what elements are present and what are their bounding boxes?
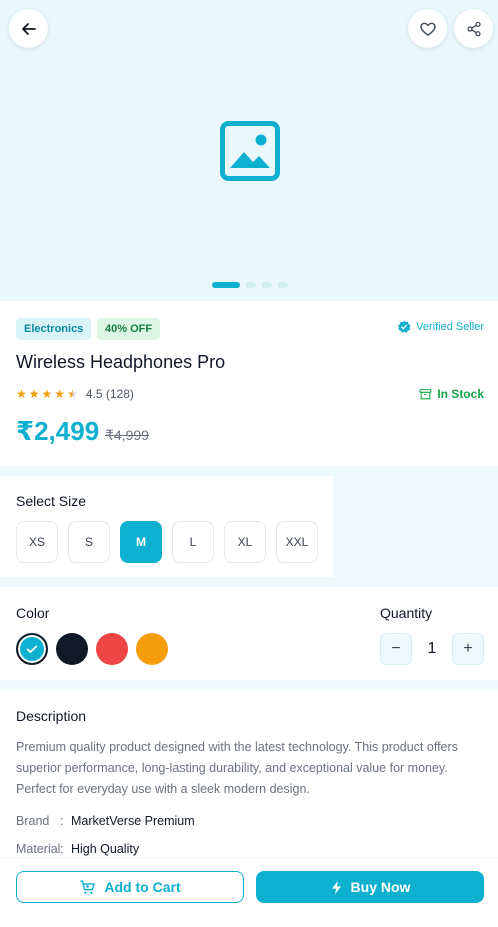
color-label: Color [16, 605, 50, 621]
size-option-xxl[interactable]: XXL [276, 521, 318, 563]
back-button[interactable] [9, 9, 48, 48]
star-half-icon: ★ [67, 387, 78, 401]
increase-quantity-button[interactable]: + [452, 633, 484, 665]
size-selector: Select Size XS S M L XL XXL [0, 476, 333, 577]
gallery-dot[interactable] [262, 282, 272, 288]
size-option-s[interactable]: S [68, 521, 110, 563]
buy-now-label: Buy Now [350, 879, 411, 895]
arrow-left-icon [21, 22, 36, 35]
color-quantity-section: Color Quantity − 1 + [0, 587, 498, 680]
verified-badge-icon [398, 320, 411, 333]
star-icon: ★ [41, 387, 53, 401]
discount-badge: 40% OFF [97, 318, 161, 340]
share-button[interactable] [454, 9, 493, 48]
rating-value: 4.5 [85, 387, 103, 401]
spec-value: High Quality [71, 842, 140, 856]
spec-key: Brand [16, 814, 50, 828]
description-title: Description [16, 708, 87, 724]
favorite-button[interactable] [408, 9, 447, 48]
color-swatch-cyan[interactable] [16, 633, 48, 665]
share-icon [466, 21, 481, 36]
gallery-dot[interactable] [278, 282, 288, 288]
description-section: Description Premium quality product desi… [0, 690, 498, 857]
quantity-stepper: − 1 + [380, 633, 484, 665]
quantity-value: 1 [427, 640, 437, 657]
cart-icon [80, 879, 95, 894]
star-icon: ★ [16, 387, 27, 401]
stock-label: In Stock [437, 387, 484, 401]
product-info: Electronics 40% OFF Verified Seller Wire… [0, 301, 498, 466]
size-option-xs[interactable]: XS [16, 521, 58, 563]
rating: ★ ★ ★ ★ ★ 4.5 (128) [16, 387, 134, 401]
product-gallery[interactable] [0, 0, 498, 301]
minus-icon: − [391, 640, 401, 657]
color-swatch-orange[interactable] [136, 633, 168, 665]
gallery-dot[interactable] [246, 282, 256, 288]
verified-seller-label: Verified Seller [416, 321, 484, 333]
color-swatch-red[interactable] [96, 633, 128, 665]
buy-now-button[interactable]: Buy Now [256, 871, 484, 903]
price: ₹2,499 [16, 416, 100, 446]
color-options [16, 633, 168, 665]
heart-icon [419, 22, 436, 36]
image-placeholder-icon [220, 121, 280, 181]
add-to-cart-label: Add to Cart [104, 879, 181, 895]
decrease-quantity-button[interactable]: − [380, 633, 412, 665]
size-option-m[interactable]: M [120, 521, 162, 563]
quantity-label: Quantity [380, 605, 433, 621]
action-bar: Add to Cart Buy Now [0, 857, 498, 927]
stock-status: In Stock [419, 387, 484, 401]
box-icon [419, 388, 432, 399]
size-options: XS S M L XL XXL [16, 521, 318, 563]
star-icon: ★ [28, 387, 40, 401]
spec-value: MarketVerse Premium [71, 814, 195, 828]
color-swatch-navy[interactable] [56, 633, 88, 665]
product-page: Electronics 40% OFF Verified Seller Wire… [0, 0, 498, 927]
gallery-pagination [212, 282, 288, 288]
description-text: Premium quality product designed with th… [16, 740, 458, 796]
size-option-xl[interactable]: XL [224, 521, 266, 563]
verified-seller: Verified Seller [397, 320, 484, 334]
add-to-cart-button[interactable]: Add to Cart [16, 871, 244, 903]
size-option-l[interactable]: L [172, 521, 214, 563]
check-icon [26, 645, 38, 653]
gallery-dot[interactable] [212, 282, 240, 288]
product-title: Wireless Headphones Pro [16, 352, 226, 372]
plus-icon: + [463, 640, 473, 657]
star-icon: ★ [54, 387, 66, 401]
spec-key: Material [16, 842, 61, 856]
spec-row-brand: Brand : MarketVerse Premium [16, 814, 195, 828]
original-price: ₹4,999 [105, 427, 149, 443]
size-label: Select Size [16, 493, 87, 509]
review-count: (128) [105, 387, 134, 401]
lightning-icon [331, 880, 341, 894]
spec-row-material: Material : High Quality [16, 842, 140, 856]
category-badge: Electronics [16, 318, 92, 340]
